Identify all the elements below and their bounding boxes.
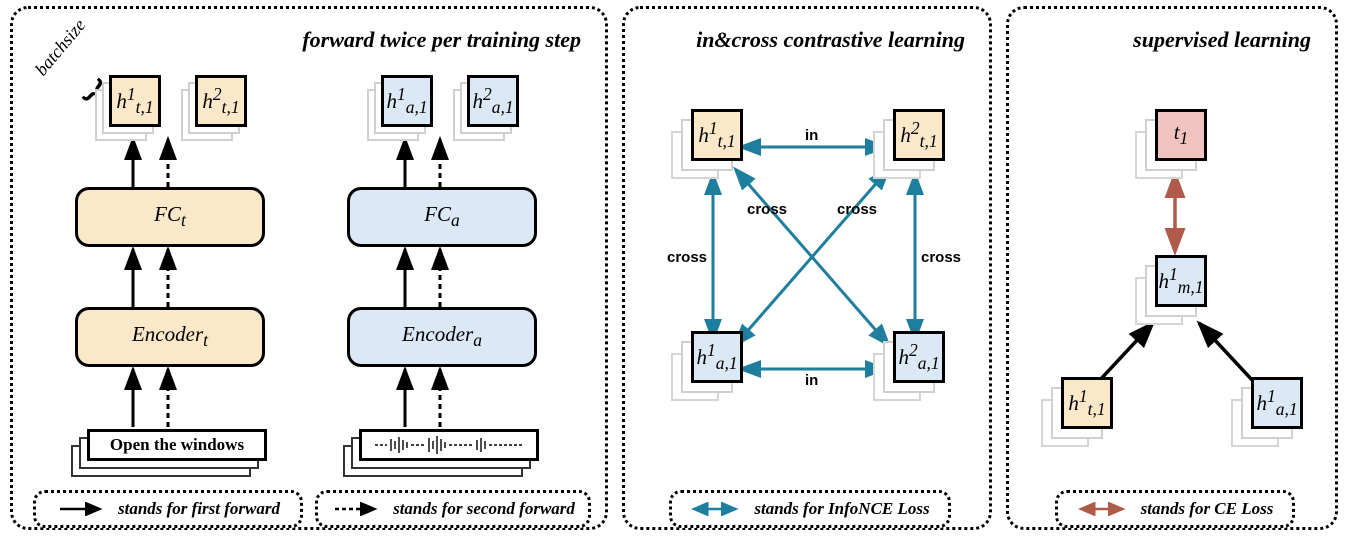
panel-supervised-title: supervised learning — [1133, 27, 1311, 53]
legend-infonce-text: stands for InfoNCE Loss — [754, 499, 929, 519]
input-text-label: Open the windows — [87, 429, 267, 461]
label-cross-left: cross — [667, 249, 707, 266]
label-cross-d2: cross — [837, 201, 877, 218]
panel-forward-title: forward twice per training step — [302, 27, 581, 53]
legend-ce-text: stands for CE Loss — [1141, 499, 1274, 519]
legend-first-forward-text: stands for first forward — [118, 499, 280, 519]
panel-contrastive: in&cross contrastive learning in in cros… — [622, 6, 992, 530]
panel-forward: forward twice per training step batchsiz… — [10, 6, 608, 530]
input-text-stack: Open the windows — [71, 429, 271, 479]
label-cross-d1: cross — [747, 201, 787, 218]
legend-second-forward: stands for second forward — [315, 490, 591, 528]
tile-h-t-1-2: h2t,1 — [181, 75, 241, 135]
arrows-panel2 — [625, 9, 995, 533]
waveform-icon — [369, 434, 529, 456]
block-encoder-t: Encodert — [75, 307, 265, 367]
legend-second-forward-text: stands for second forward — [393, 499, 575, 519]
panel-supervised: supervised learning tn t1 hm,n h1m,1 ht,… — [1006, 6, 1338, 530]
diagram-canvas: forward twice per training step batchsiz… — [0, 0, 1348, 537]
block-encoder-a: Encodera — [347, 307, 537, 367]
tile-h-a-1-2: h2a,1 — [453, 75, 513, 135]
legend-infonce: stands for InfoNCE Loss — [669, 490, 951, 528]
label-in-top: in — [805, 127, 818, 144]
input-waveform-stack — [343, 429, 543, 479]
label-cross-right: cross — [921, 249, 961, 266]
legend-first-forward: stands for first forward — [33, 490, 303, 528]
panel-contrastive-title: in&cross contrastive learning — [696, 27, 965, 53]
legend-ce: stands for CE Loss — [1055, 490, 1295, 528]
tile-h-a-1-1: h1a,1 — [367, 75, 427, 135]
block-fc-a: FCa — [347, 187, 537, 247]
tile-h-t-1-1: h1t,1 — [95, 75, 155, 135]
label-in-bottom: in — [805, 372, 818, 389]
block-fc-t: FCt — [75, 187, 265, 247]
